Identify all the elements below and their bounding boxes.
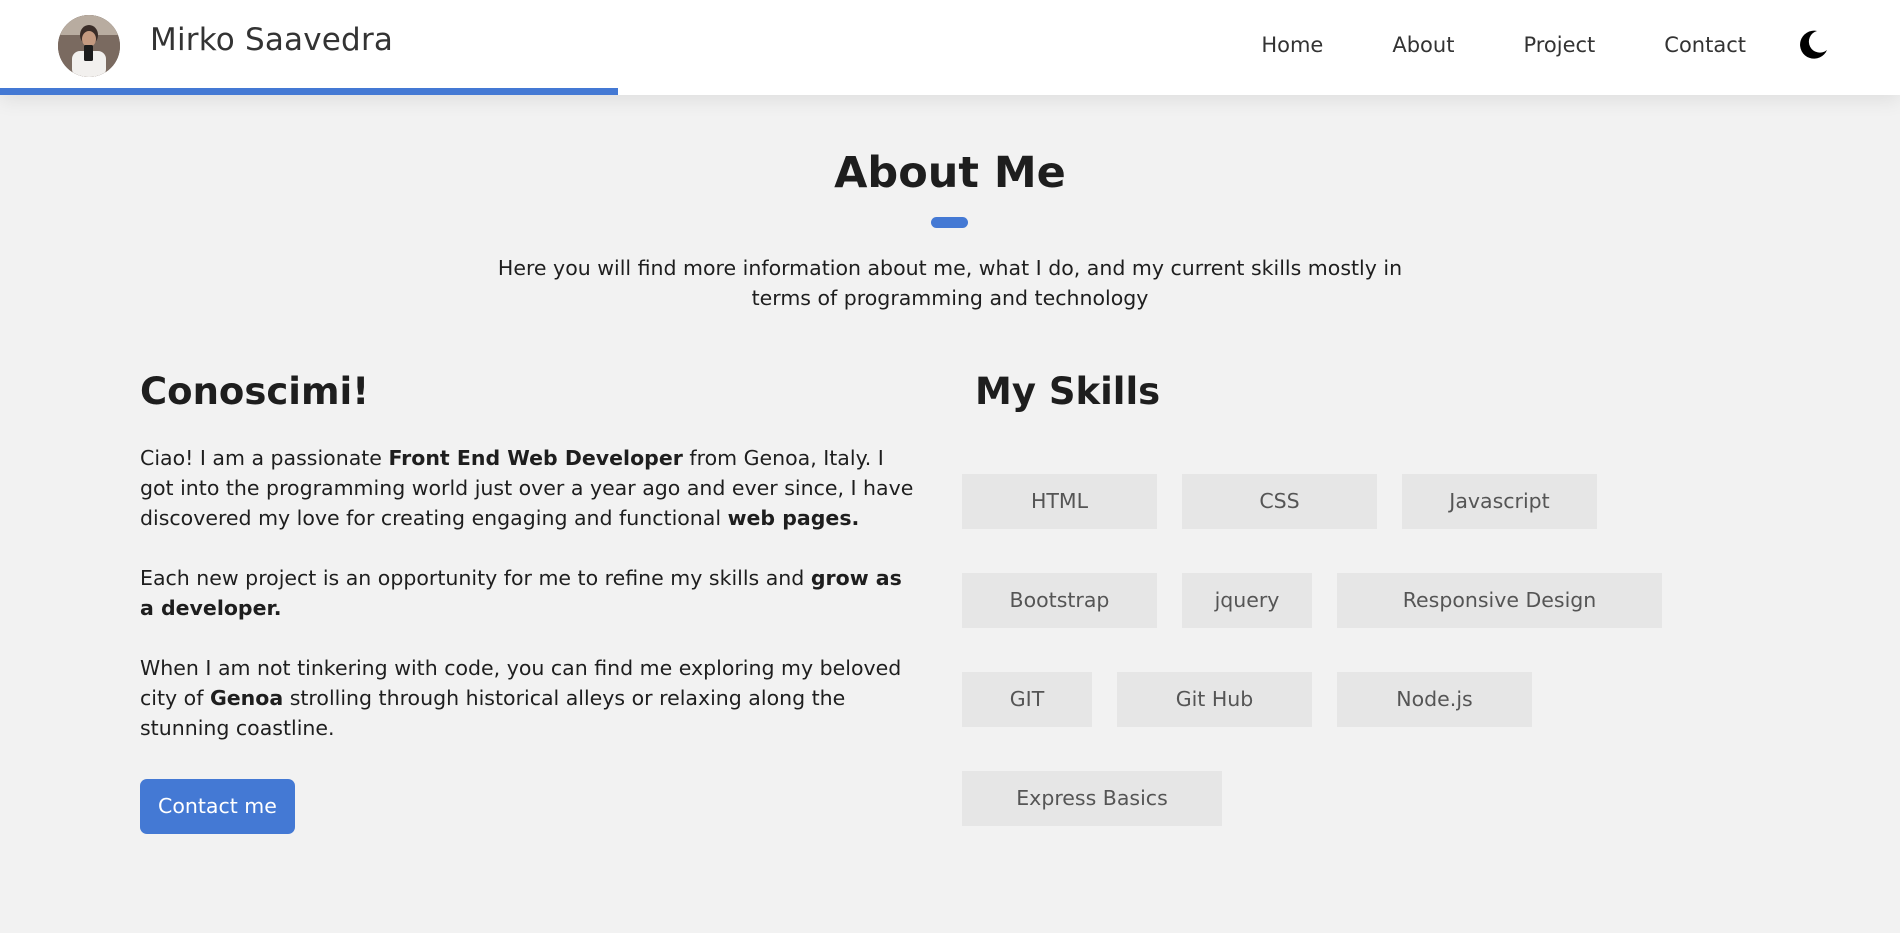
skills-section: My Skills HTML CSS Javascript Bootstrap … (962, 370, 1722, 826)
main-nav: Home About Project Contact (1261, 0, 1830, 90)
nav-contact-link[interactable]: Contact (1664, 33, 1746, 57)
site-header: Mirko Saavedra Home About Project Contac… (0, 0, 1900, 95)
avatar (58, 15, 120, 77)
skills-heading: My Skills (975, 370, 1161, 413)
skill-tag: HTML (962, 474, 1157, 529)
moon-icon[interactable] (1796, 28, 1830, 62)
intro-paragraph-3: When I am not tinkering with code, you c… (140, 656, 902, 740)
scroll-progress-bar (0, 88, 618, 95)
skill-tag: CSS (1182, 474, 1377, 529)
about-subtitle: Here you will find more information abou… (497, 256, 1403, 310)
page-title: About Me (834, 148, 1066, 198)
nav-home-link[interactable]: Home (1261, 33, 1323, 57)
skill-tag: jquery (1182, 573, 1312, 628)
skill-tag: Javascript (1402, 474, 1597, 529)
intro-paragraph-2: Each new project is an opportunity for m… (140, 566, 902, 620)
skill-tag: Responsive Design (1337, 573, 1662, 628)
skill-tag: Express Basics (962, 771, 1222, 826)
intro-paragraph-1: Ciao! I am a passionate Front End Web De… (140, 446, 914, 530)
intro-heading: Conoscimi! (140, 370, 370, 413)
skill-tag: Node.js (1337, 672, 1532, 727)
skill-tag: GIT (962, 672, 1092, 727)
contact-me-button[interactable]: Contact me (140, 779, 295, 834)
nav-about-link[interactable]: About (1392, 33, 1454, 57)
nav-project-link[interactable]: Project (1523, 33, 1595, 57)
intro-section: Conoscimi! Ciao! I am a passionate Front… (140, 370, 915, 834)
skill-tag: Git Hub (1117, 672, 1312, 727)
title-underline (931, 217, 968, 228)
site-owner-name[interactable]: Mirko Saavedra (150, 22, 393, 58)
skill-tag: Bootstrap (962, 573, 1157, 628)
